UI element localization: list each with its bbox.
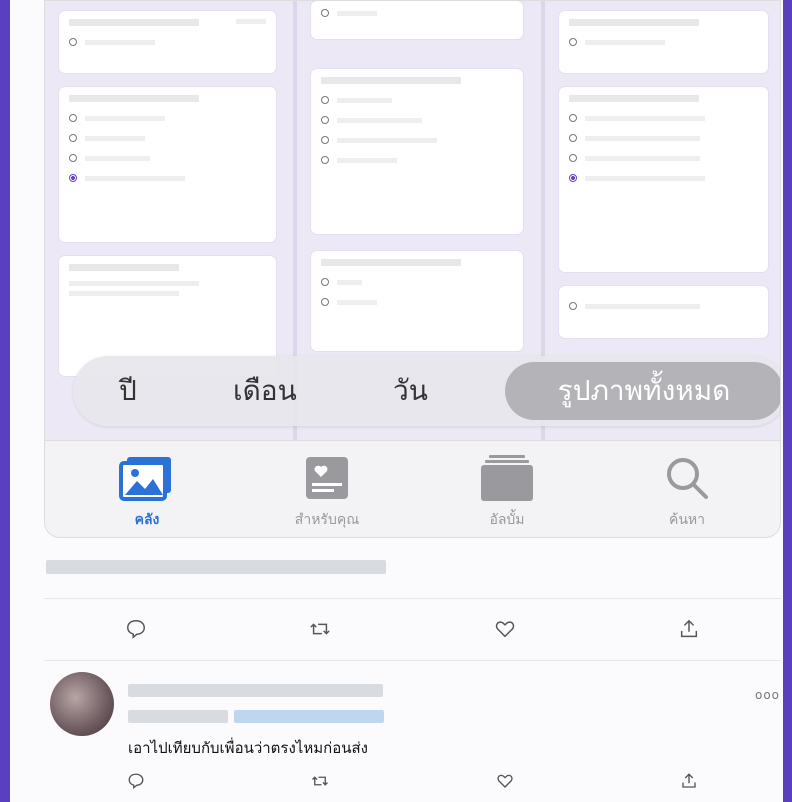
retweet-icon[interactable]	[305, 614, 335, 644]
form-question-card	[559, 286, 768, 338]
reply-icon[interactable]	[121, 614, 151, 644]
date-segment-control[interactable]: ปี เดือน วัน รูปภาพทั้งหมด	[73, 356, 780, 426]
form-question-card	[311, 1, 523, 39]
share-icon[interactable]	[674, 766, 704, 796]
photo-library-icon	[87, 455, 207, 501]
blurred-tweet-text	[46, 560, 386, 574]
tab-albums[interactable]: อัลบั้ม	[447, 455, 567, 531]
more-options-icon[interactable]: ooo	[755, 688, 780, 702]
divider	[44, 660, 781, 661]
tab-search-label: ค้นหา	[668, 512, 706, 528]
tweet-actions	[44, 766, 781, 796]
form-question-card	[559, 87, 768, 272]
form-question-card	[59, 11, 276, 73]
form-question-card	[59, 87, 276, 242]
blurred-user-name	[128, 684, 383, 697]
share-icon[interactable]	[674, 614, 704, 644]
like-icon[interactable]	[490, 614, 520, 644]
form-question-card	[559, 11, 768, 73]
tab-library-label: คลัง	[134, 512, 160, 528]
for-you-icon	[267, 455, 387, 501]
segment-year[interactable]: ปี	[119, 356, 137, 426]
form-question-card	[311, 251, 523, 351]
tab-for-you[interactable]: สำหรับคุณ	[267, 455, 387, 531]
tab-search[interactable]: ค้นหา	[627, 455, 747, 531]
blurred-handle	[128, 710, 228, 723]
photos-tab-bar: คลัง สำหรับคุณ อัลบั้ม ค้นหา	[45, 440, 780, 537]
segment-month[interactable]: เดือน	[233, 356, 297, 426]
blurred-link	[234, 710, 384, 723]
form-question-card	[311, 69, 523, 234]
attached-screenshot[interactable]: ปี เดือน วัน รูปภาพทั้งหมด คลัง สำหรับคุ…	[44, 0, 781, 538]
divider	[44, 598, 781, 599]
tweet-actions	[44, 614, 781, 644]
avatar[interactable]	[50, 672, 114, 736]
segment-day[interactable]: วัน	[393, 356, 428, 426]
reply-icon[interactable]	[121, 766, 151, 796]
retweet-icon[interactable]	[305, 766, 335, 796]
like-icon[interactable]	[490, 766, 520, 796]
tab-for-you-label: สำหรับคุณ	[294, 512, 360, 528]
albums-icon	[447, 455, 567, 501]
tab-library[interactable]: คลัง	[87, 455, 207, 531]
tweet-card: ปี เดือน วัน รูปภาพทั้งหมด คลัง สำหรับคุ…	[10, 0, 783, 802]
tab-albums-label: อัลบั้ม	[489, 512, 525, 528]
tweet-text: เอาไปเทียบกับเพื่อนว่าตรงไหมก่อนส่ง	[128, 739, 368, 757]
segment-all-photos[interactable]: รูปภาพทั้งหมด	[505, 362, 780, 420]
search-icon	[627, 455, 747, 501]
